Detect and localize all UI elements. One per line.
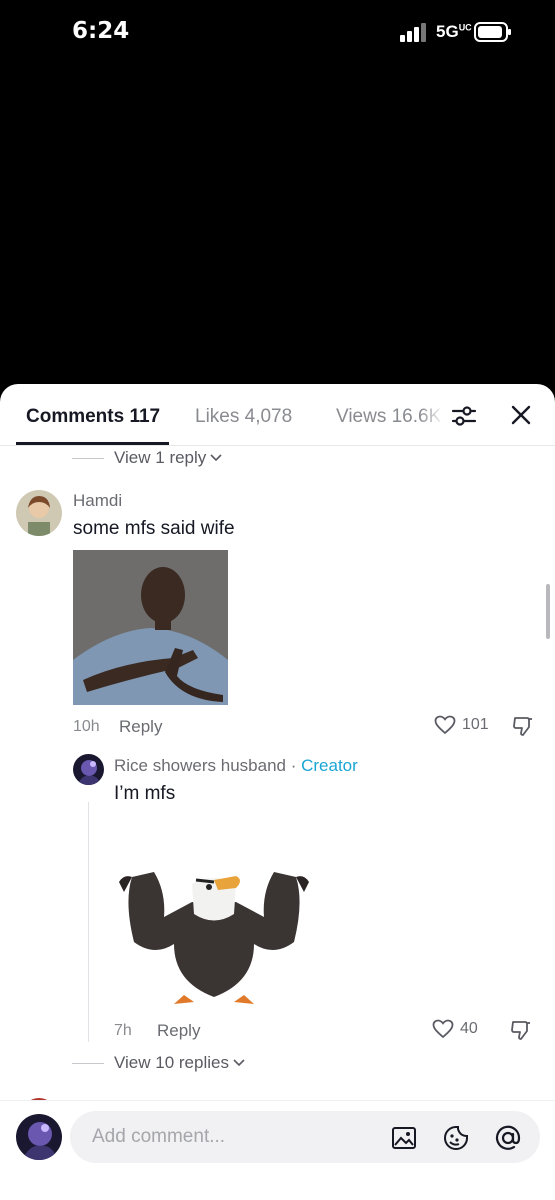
add-comment-placeholder: Add comment... [92, 1126, 226, 1147]
reply-sticker[interactable] [114, 832, 314, 1012]
status-time: 6:24 [72, 18, 130, 44]
comment-reply-button[interactable]: Reply [119, 717, 162, 737]
tab-comments[interactable]: Comments 117 [26, 406, 160, 428]
comment-input-bar: Add comment... [0, 1100, 555, 1200]
comment-photo[interactable] [73, 550, 228, 705]
reply-avatar[interactable] [73, 754, 104, 785]
comment-like-count: 101 [462, 716, 489, 733]
reply-text: I’m mfs [114, 783, 176, 804]
heart-icon [434, 715, 456, 735]
reply-username[interactable]: Rice showers husband [114, 756, 286, 775]
chevron-down-icon [210, 454, 222, 462]
avatar[interactable] [16, 490, 62, 536]
comment-text: some mfs said wife [73, 518, 235, 539]
emoji-sticker-icon[interactable] [442, 1124, 470, 1152]
creator-badge: Creator [301, 756, 358, 775]
comment-like-button[interactable]: 101 [434, 715, 489, 735]
filter-sliders-icon[interactable] [450, 402, 478, 430]
status-bar: 6:24 5GUC [0, 0, 555, 70]
video-player-area[interactable] [0, 70, 555, 384]
thread-line [88, 802, 89, 1042]
reply-timestamp: 7h [114, 1022, 132, 1039]
dislike-icon[interactable] [512, 715, 534, 737]
close-icon[interactable] [508, 402, 534, 428]
active-tab-underline [16, 442, 169, 445]
reply-username-line: Rice showers husband · Creator [114, 756, 358, 775]
comment-timestamp: 10h [73, 718, 100, 735]
dislike-icon[interactable] [510, 1019, 532, 1041]
tab-overflow-fade [420, 394, 444, 438]
mention-at-icon[interactable] [494, 1124, 522, 1152]
comments-tabs: Comments 117 Likes 4,078 Views 16.6K [0, 384, 555, 446]
view-more-replies-button[interactable]: View 10 replies [72, 1053, 245, 1073]
my-avatar[interactable] [16, 1114, 62, 1160]
scroll-indicator[interactable] [546, 584, 550, 639]
view-replies-button[interactable]: View 1 reply [72, 448, 222, 468]
tab-likes[interactable]: Likes 4,078 [195, 406, 292, 428]
battery-icon [474, 22, 511, 42]
reply-like-count: 40 [460, 1020, 478, 1037]
image-icon[interactable] [390, 1124, 418, 1152]
comment-username[interactable]: Hamdi [73, 491, 122, 511]
comments-sheet: Comments 117 Likes 4,078 Views 16.6K Vie… [0, 384, 555, 1200]
heart-icon [432, 1019, 454, 1039]
signal-icon [400, 23, 426, 42]
network-label: 5GUC [436, 22, 472, 41]
chevron-down-icon [233, 1059, 245, 1067]
reply-reply-button[interactable]: Reply [157, 1021, 200, 1041]
reply-like-button[interactable]: 40 [432, 1019, 478, 1039]
add-comment-input[interactable]: Add comment... [70, 1111, 540, 1163]
